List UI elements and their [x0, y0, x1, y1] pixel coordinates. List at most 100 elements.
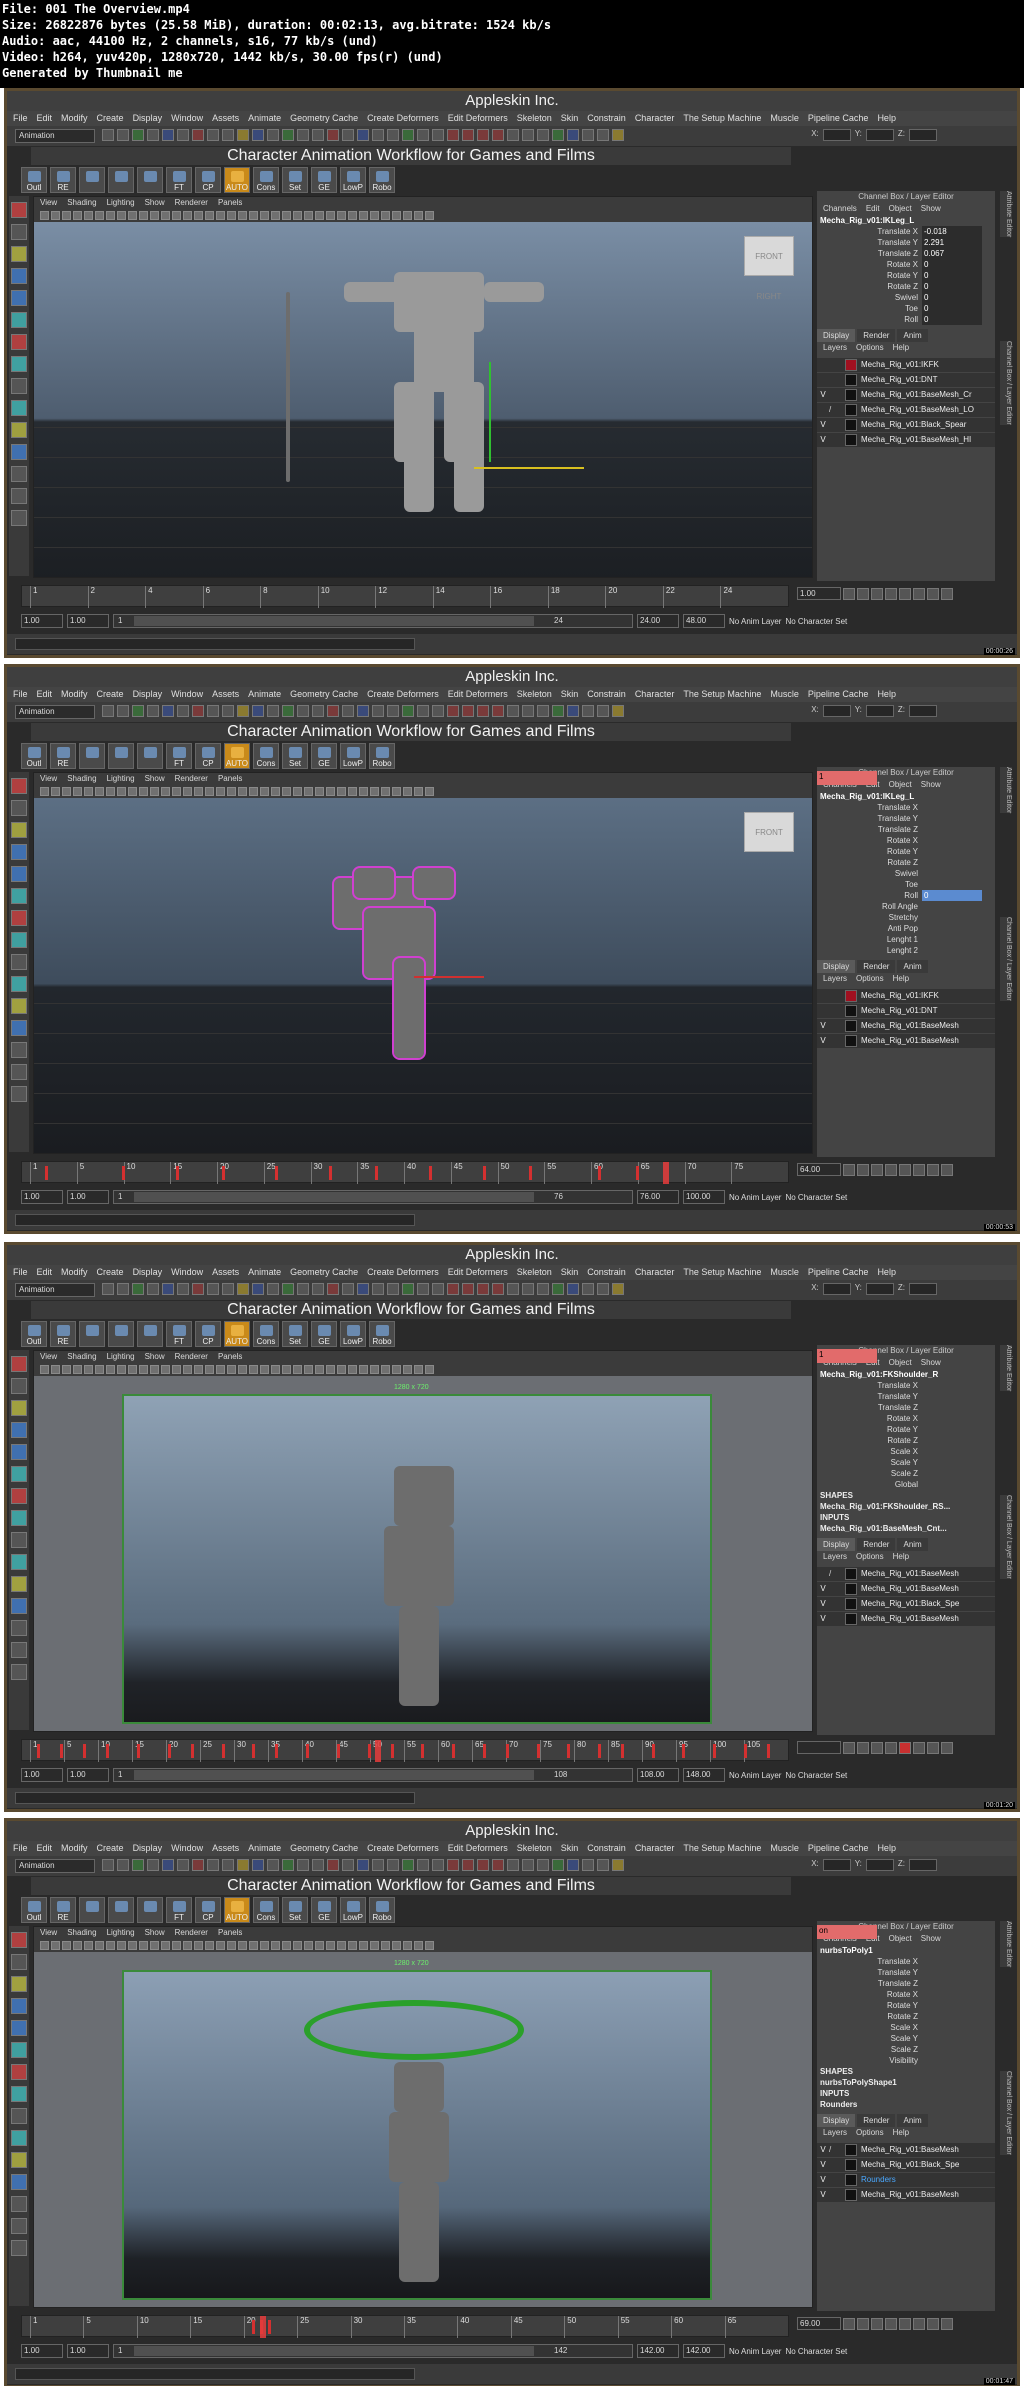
playback-end-field[interactable]: 142.00	[637, 2344, 679, 2358]
viewport-tool-icon[interactable]	[106, 1365, 115, 1374]
shelf-button[interactable]	[137, 1321, 163, 1347]
toolbox-icon[interactable]	[11, 1356, 27, 1372]
display-layer-row[interactable]: V Mecha_Rig_v01:BaseMesh	[817, 2188, 995, 2202]
toolbox-icon[interactable]	[11, 1488, 27, 1504]
viewport-menu-item[interactable]: View	[40, 1928, 57, 1937]
viewport-tool-icon[interactable]	[205, 1941, 214, 1950]
tool-icon[interactable]	[102, 1859, 114, 1871]
viewport-tool-icon[interactable]	[282, 1365, 291, 1374]
menu-item[interactable]: Create	[97, 1843, 124, 1853]
viewport-tool-icon[interactable]	[95, 787, 104, 796]
tool-icon[interactable]	[222, 1859, 234, 1871]
tool-icon[interactable]	[552, 129, 564, 141]
tool-icon[interactable]	[417, 129, 429, 141]
attribute-row[interactable]: Roll Angle25	[817, 771, 995, 912]
channel-menu-item[interactable]: Show	[921, 204, 941, 213]
viewport-tool-icon[interactable]	[348, 1365, 357, 1374]
layer-tab[interactable]: Render	[857, 2114, 896, 2127]
keyframe-marker[interactable]	[191, 1744, 194, 1758]
toolbox-icon[interactable]	[11, 2108, 27, 2124]
menu-item[interactable]: Help	[877, 1843, 896, 1853]
playback-button[interactable]	[941, 1741, 953, 1754]
toolbox-icon[interactable]	[11, 422, 27, 438]
menu-item[interactable]: Character	[635, 113, 675, 123]
attribute-value[interactable]: 0	[922, 314, 982, 325]
keyframe-marker[interactable]	[45, 1166, 48, 1180]
layer-visibility-toggle[interactable]: V	[817, 1612, 829, 1626]
layer-menu-item[interactable]: Help	[893, 974, 909, 983]
layer-tab[interactable]: Render	[857, 960, 896, 973]
tool-icon[interactable]	[417, 705, 429, 717]
tool-icon[interactable]	[297, 1283, 309, 1295]
menu-item[interactable]: Create Deformers	[367, 1843, 439, 1853]
mel-command-input[interactable]	[15, 638, 415, 650]
coord-input[interactable]	[909, 1859, 937, 1871]
coord-input[interactable]	[822, 1283, 851, 1295]
channel-menu-item[interactable]: Edit	[866, 204, 880, 213]
shelf-button[interactable]	[108, 743, 134, 769]
toolbox-icon[interactable]	[11, 1554, 27, 1570]
attribute-row[interactable]: Scale Z 1	[817, 1349, 995, 1479]
menu-item[interactable]: Edit Deformers	[448, 1843, 508, 1853]
shelf-button[interactable]	[79, 1897, 105, 1923]
attribute-row[interactable]: Translate X0.859	[817, 771, 995, 813]
shelf-button[interactable]: FT	[166, 1321, 192, 1347]
playback-button[interactable]	[927, 1741, 939, 1754]
range-slider[interactable]: 1 24	[113, 614, 633, 628]
attribute-row[interactable]: Lenght 1 1	[817, 771, 995, 945]
shelf-button[interactable]	[108, 1897, 134, 1923]
tool-icon[interactable]	[282, 705, 294, 717]
layer-playback-toggle[interactable]	[829, 1019, 841, 1033]
menu-item[interactable]: Muscle	[770, 1267, 799, 1277]
shelf-button[interactable]: AUTO	[224, 1897, 250, 1923]
layer-color-swatch[interactable]	[845, 1020, 857, 1032]
layer-menu-item[interactable]: Layers	[823, 2128, 847, 2137]
viewport-tool-icon[interactable]	[183, 787, 192, 796]
attribute-row[interactable]: Swivel 0	[817, 292, 995, 303]
toolbox-icon[interactable]	[11, 888, 27, 904]
attribute-row[interactable]: Rotate Y42.904	[817, 1349, 995, 1435]
shelf-button[interactable]: RE	[50, 1321, 76, 1347]
channel-menu-item[interactable]: Show	[921, 1358, 941, 1367]
tool-icon[interactable]	[387, 129, 399, 141]
shelf-button[interactable]: Outl	[21, 167, 47, 193]
viewport-tool-icon[interactable]	[359, 1365, 368, 1374]
tool-icon[interactable]	[102, 129, 114, 141]
tool-icon[interactable]	[177, 705, 189, 717]
playback-button[interactable]	[843, 2317, 855, 2330]
viewport-tool-icon[interactable]	[249, 1941, 258, 1950]
playback-button[interactable]	[913, 2317, 925, 2330]
display-layer-row[interactable]: V Mecha_Rig_v01:BaseMesh_HI	[817, 433, 995, 447]
tool-icon[interactable]	[477, 1859, 489, 1871]
menu-item[interactable]: Help	[877, 113, 896, 123]
viewport-menu-item[interactable]: Show	[145, 198, 165, 207]
tool-icon[interactable]	[147, 1283, 159, 1295]
toolbox-icon[interactable]	[11, 2042, 27, 2058]
layer-playback-toggle[interactable]	[829, 2188, 841, 2202]
layer-color-swatch[interactable]	[845, 389, 857, 401]
viewport-tool-icon[interactable]	[216, 211, 225, 220]
tool-icon[interactable]	[297, 129, 309, 141]
shelf-button[interactable]	[79, 1321, 105, 1347]
layer-menu-item[interactable]: Layers	[823, 1552, 847, 1561]
keyframe-marker[interactable]	[329, 1166, 332, 1180]
viewport-tool-icon[interactable]	[128, 1941, 137, 1950]
viewport-tool-icon[interactable]	[150, 1941, 159, 1950]
layer-visibility-toggle[interactable]	[817, 989, 829, 1003]
playback-button[interactable]	[885, 1163, 897, 1176]
viewport-tool-icon[interactable]	[403, 211, 412, 220]
layer-playback-toggle[interactable]: /	[829, 403, 841, 417]
display-layer-row[interactable]: Mecha_Rig_v01:IKFK	[817, 358, 995, 372]
layer-playback-toggle[interactable]	[829, 373, 841, 387]
keyframe-marker[interactable]	[337, 1744, 340, 1758]
attribute-row[interactable]: Scale Z1.287	[817, 1925, 995, 2055]
layer-visibility-toggle[interactable]: V	[817, 1034, 829, 1048]
layer-playback-toggle[interactable]	[829, 1004, 841, 1018]
tool-icon[interactable]	[162, 1283, 174, 1295]
layer-visibility-toggle[interactable]: V	[817, 433, 829, 447]
side-tab[interactable]: Attribute Editor	[1000, 767, 1012, 814]
attribute-row[interactable]: Anti Pop 0	[817, 771, 995, 934]
robot-mesh-part[interactable]	[394, 382, 434, 462]
layer-playback-toggle[interactable]	[829, 1582, 841, 1596]
current-time-indicator[interactable]	[375, 1740, 381, 1762]
